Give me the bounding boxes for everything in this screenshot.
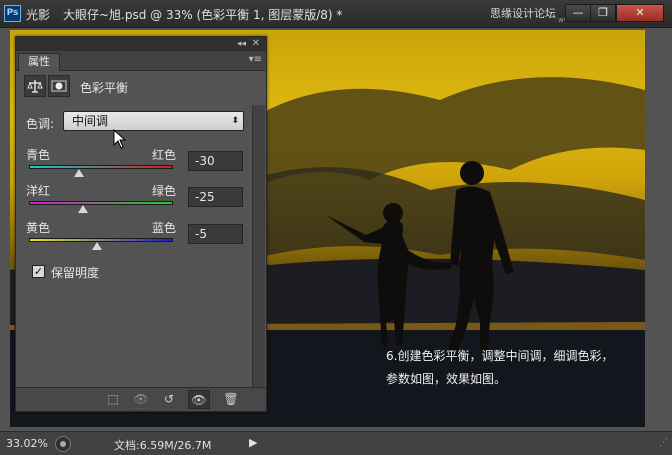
dropdown-arrow-icon: ⬍ [231,116,239,126]
tab-properties[interactable]: 属性 [18,53,60,71]
slider-left-label: 洋红 [26,184,51,198]
photoshop-app-icon: Ps [4,5,21,22]
cyan-red-slider-row: 青色 红色 -30 [26,146,246,186]
slider-right-label: 红色 [152,148,177,162]
panel-tab-row: 属性 ▾≡ [16,51,266,71]
panel-bottom-toolbar: ⬚ 👁 ↺ 👁 🗑 ····· [16,387,266,413]
tutorial-caption: 6.创建色彩平衡，调整中间调，细调色彩， 参数如图，效果如图。 [386,345,613,391]
slider-right-label: 绿色 [152,184,177,198]
caption-line-2: 参数如图，效果如图。 [386,372,507,386]
magenta-green-slider-row: 洋红 绿色 -25 [26,182,246,222]
caption-line-1: 6.创建色彩平衡，调整中间调，细调色彩， [386,349,614,363]
status-bar: 33.02% 文档:6.59M/26.7M ▶ ⋰ [0,431,672,455]
resize-grip-icon[interactable]: ····· [134,405,145,413]
yellow-blue-slider-row: 黄色 蓝色 -5 [26,219,246,259]
document-title: 大眼仔~旭.psd @ 33% (色彩平衡 1, 图层蒙版/8) * [63,8,343,22]
title-bar: Ps 光影 大眼仔~旭.psd @ 33% (色彩平衡 1, 图层蒙版/8) *… [0,0,672,28]
collapse-panel-icon[interactable]: ◂◂ [237,37,246,51]
close-window-button[interactable]: ✕ [616,4,664,22]
properties-panel: ◂◂ ✕ 属性 ▾≡ 色彩平衡 色调: 中间调 ⬍ 青色 红色 -30 洋红 绿… [15,36,267,413]
status-info-icon[interactable] [55,436,71,452]
zoom-level[interactable]: 33.02% [6,437,48,450]
preserve-luminosity-label: 保留明度 [51,266,100,280]
magenta-green-slider-thumb[interactable] [78,205,88,213]
close-panel-icon[interactable]: ✕ [252,37,260,51]
yellow-blue-slider-thumb[interactable] [92,242,103,250]
panel-drag-bar[interactable]: ◂◂ ✕ [16,37,266,51]
tone-dropdown[interactable]: 中间调 ⬍ [63,111,244,131]
restore-button[interactable]: ❐ [590,4,616,22]
cyan-red-slider-track[interactable] [29,165,173,169]
magenta-green-value-field[interactable]: -25 [188,187,243,207]
slider-left-label: 黄色 [26,221,51,235]
tone-label: 色调: [26,117,55,131]
minimize-button[interactable]: — [565,4,591,22]
watermark-text: 思缘设计论坛 [490,7,556,20]
panel-scrollbar[interactable] [252,105,265,390]
mouse-cursor-icon [113,129,127,149]
cyan-red-value-field[interactable]: -30 [188,151,243,171]
slider-left-label: 青色 [26,148,51,162]
clip-to-layer-icon[interactable]: ⬚ [102,390,124,409]
status-menu-arrow-icon[interactable]: ▶ [249,436,257,449]
panel-menu-icon[interactable]: ▾≡ [249,54,262,65]
tone-selected-value: 中间调 [72,114,109,128]
document-size-info: 文档:6.59M/26.7M [114,439,212,452]
color-balance-icon[interactable] [24,75,46,97]
app-name: 光影 [26,8,51,22]
preserve-luminosity-checkbox[interactable]: ✓ [32,265,45,278]
magenta-green-slider-track[interactable] [29,201,173,205]
cyan-red-slider-thumb[interactable] [74,169,85,177]
adjustment-title: 色彩平衡 [80,81,129,95]
window-resize-grip-icon[interactable]: ⋰ [659,438,668,448]
toggle-visibility-icon[interactable]: 👁 [188,390,210,409]
layer-mask-icon[interactable] [48,75,70,97]
reset-icon[interactable]: ↺ [158,390,180,409]
slider-right-label: 蓝色 [152,221,177,235]
delete-adjustment-icon[interactable]: 🗑 [220,390,242,409]
yellow-blue-value-field[interactable]: -5 [188,224,243,244]
